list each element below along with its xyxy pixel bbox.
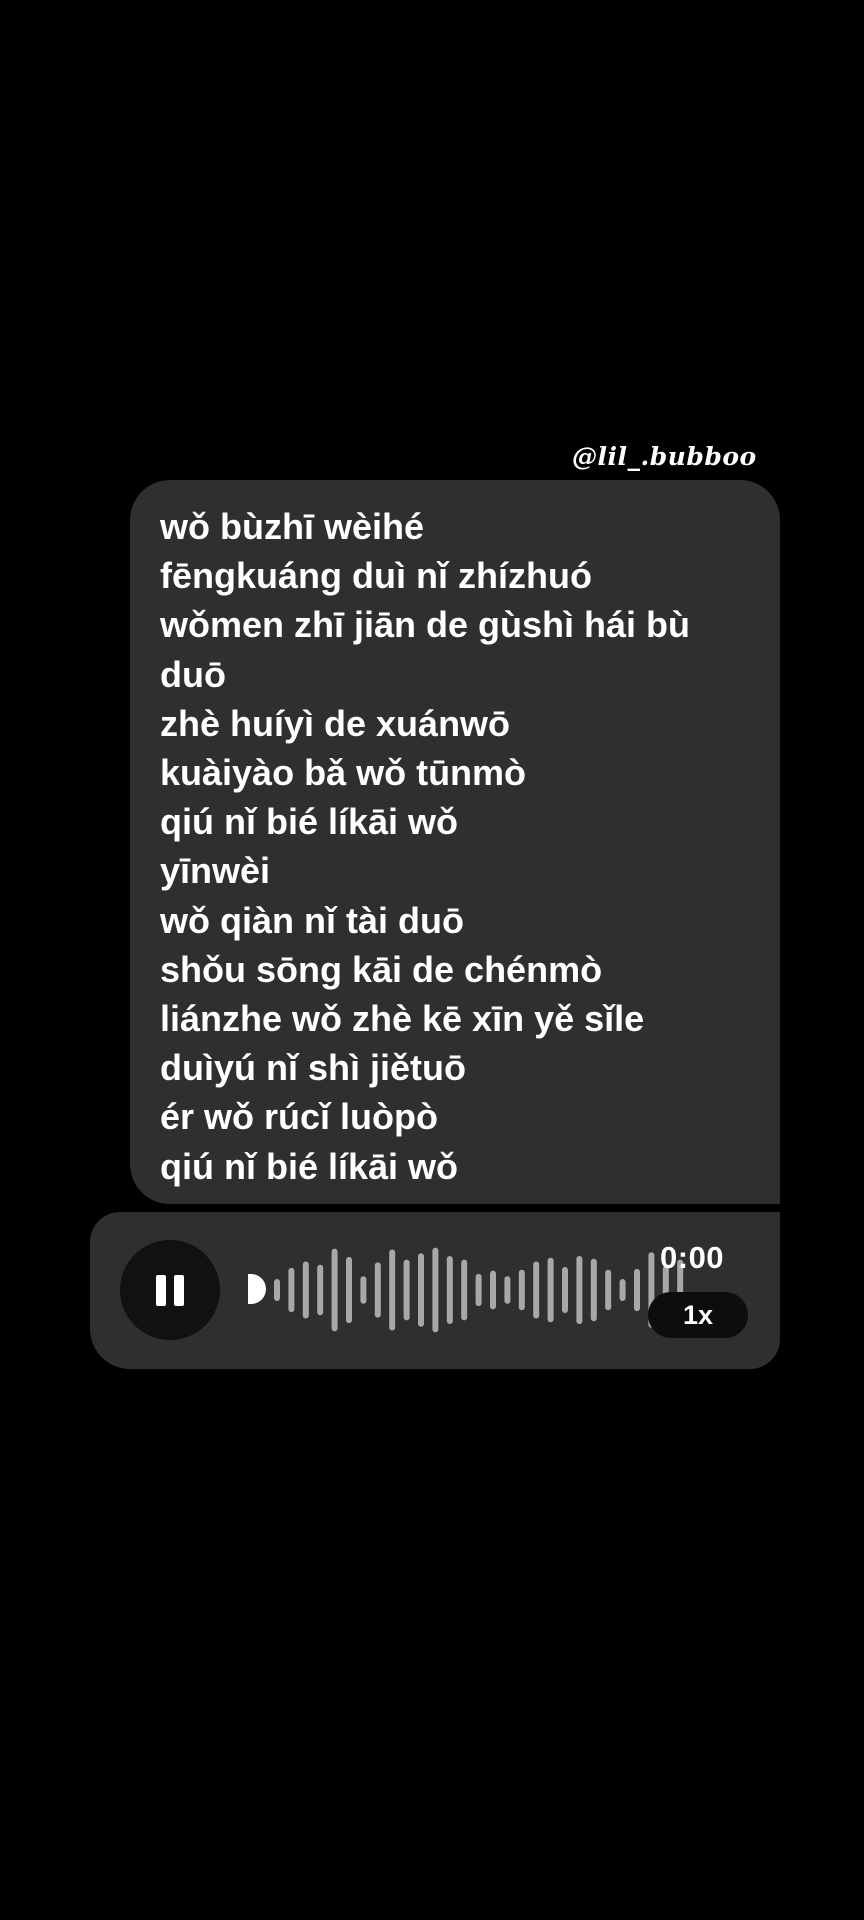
pause-icon	[156, 1275, 166, 1306]
waveform-bar	[562, 1267, 568, 1313]
waveform-bar	[461, 1259, 468, 1321]
message-line: wǒmen zhī jiān de gùshì hái bù	[160, 604, 691, 646]
waveform-bar	[475, 1273, 482, 1307]
waveform-bar	[389, 1249, 396, 1331]
waveform-bar	[590, 1258, 597, 1322]
message-line: duìyú nǐ shì jiětuō	[160, 1047, 466, 1089]
waveform-bar	[504, 1276, 511, 1304]
waveform-bar	[360, 1276, 367, 1304]
message-line: fēngkuáng duì nǐ zhízhuó	[160, 555, 592, 597]
message-line: kuàiyào bǎ wǒ tūnmò	[160, 752, 527, 794]
waveform-bar	[418, 1253, 424, 1327]
elapsed-time: 0:00	[660, 1240, 725, 1275]
pause-icon	[174, 1275, 184, 1306]
waveform-bar	[446, 1255, 453, 1325]
message-line: shǒu sōng kāi de chénmò	[160, 948, 603, 990]
waveform-bar	[274, 1278, 280, 1302]
waveform-bar	[518, 1269, 525, 1311]
message-line: ér wǒ rúcǐ luòpò	[160, 1096, 439, 1138]
pause-button[interactable]	[120, 1240, 220, 1340]
waveform-bar	[288, 1267, 295, 1313]
message-line: duō	[160, 653, 226, 695]
waveform-bar	[403, 1259, 410, 1321]
watermark-username: @lil_.bubboo	[572, 442, 757, 471]
waveform-bar	[346, 1256, 352, 1324]
message-line: qiú nǐ bié líkāi wǒ	[160, 801, 459, 843]
waveform-bar	[331, 1248, 338, 1332]
waveform-bar	[317, 1264, 324, 1316]
message-bubble: wǒ bùzhī wèihé fēngkuáng duì nǐ zhízhuó …	[130, 480, 780, 1204]
audio-waveform[interactable]	[248, 1242, 708, 1338]
waveform-bar	[634, 1268, 640, 1312]
message-line: yīnwèi	[160, 850, 271, 892]
waveform-bar	[302, 1261, 309, 1319]
playback-speed-button[interactable]: 1x	[648, 1292, 748, 1338]
waveform-bar	[547, 1257, 554, 1323]
message-line: zhè huíyì de xuánwō	[160, 702, 511, 744]
waveform-bar	[490, 1270, 496, 1310]
waveform-bar	[432, 1247, 439, 1333]
message-line: wǒ bùzhī wèihé	[160, 506, 425, 547]
waveform-bar	[619, 1278, 626, 1302]
message-line: liánzhe wǒ zhè kē xīn yě sǐle	[160, 998, 645, 1040]
message-line: qiú nǐ bié líkāi wǒ	[160, 1145, 459, 1187]
waveform-bar	[576, 1255, 583, 1325]
waveform-bar	[374, 1262, 381, 1318]
waveform-bar	[605, 1269, 612, 1311]
waveform-bar	[533, 1261, 540, 1319]
voice-message: 0:00 1x	[90, 1212, 780, 1369]
message-line: wǒ qiàn nǐ tài duō	[160, 899, 464, 941]
